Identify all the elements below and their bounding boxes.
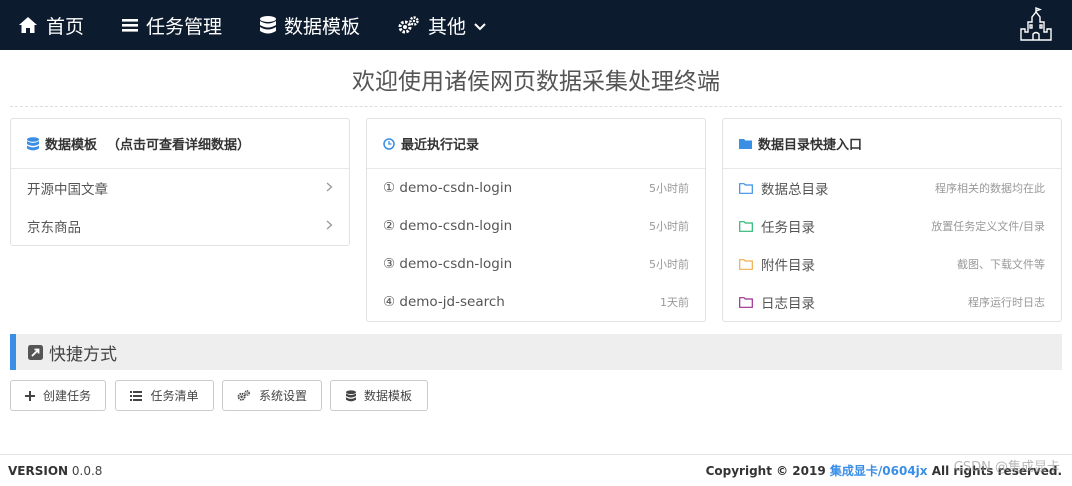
create-task-label: 创建任务 — [42, 389, 91, 403]
header-divider — [10, 106, 1062, 107]
chevron-right-icon — [326, 218, 333, 234]
nav-tasks[interactable]: 任务管理 — [122, 0, 222, 50]
nav-other-dropdown[interactable]: 其他 — [398, 0, 486, 50]
dir-item-label: 任务目录 — [761, 220, 815, 236]
recent-run-time: 5小时前 — [649, 258, 689, 271]
recent-runs-panel-title: 最近执行记录 — [401, 138, 480, 153]
template-item[interactable]: 开源中国文章 — [11, 169, 349, 207]
shortcuts-header: 快捷方式 — [10, 334, 1062, 370]
dir-item-label: 日志目录 — [761, 296, 815, 312]
recent-run-item[interactable]: ③ demo-csdn-login 5小时前 — [367, 245, 705, 283]
dir-item-desc: 程序运行时日志 — [968, 296, 1045, 309]
dir-item-attachments[interactable]: 附件目录 截图、下载文件等 — [723, 245, 1061, 283]
database-icon — [345, 389, 356, 402]
dir-item-label: 数据总目录 — [761, 182, 829, 198]
recent-runs-panel: 最近执行记录 ① demo-csdn-login 5小时前 ② demo-csd… — [366, 118, 706, 322]
nav-templates[interactable]: 数据模板 — [260, 0, 360, 50]
copyright-link[interactable]: 集成显卡/0604jx — [830, 464, 928, 478]
nav-home-label: 首页 — [46, 15, 85, 38]
chevron-right-icon — [326, 180, 333, 196]
recent-run-item[interactable]: ① demo-csdn-login 5小时前 — [367, 169, 705, 207]
dir-item-desc: 截图、下载文件等 — [957, 258, 1045, 271]
dir-item-label: 附件目录 — [761, 258, 815, 274]
folder-open-icon — [739, 296, 753, 308]
chevron-down-icon — [474, 14, 486, 36]
dir-item-desc: 程序相关的数据均在此 — [935, 182, 1045, 195]
system-settings-button[interactable]: 系统设置 — [222, 380, 322, 411]
templates-panel: 数据模板 （点击可查看详细数据） 开源中国文章 京东商品 — [10, 118, 350, 246]
recent-run-label: ③ demo-csdn-login — [383, 256, 513, 272]
task-list-label: 任务清单 — [150, 389, 199, 403]
recent-run-label: ② demo-csdn-login — [383, 218, 513, 234]
data-templates-button[interactable]: 数据模板 — [330, 380, 428, 411]
template-item-label: 京东商品 — [27, 220, 81, 236]
copyright-prefix: Copyright © 2019 — [705, 464, 826, 478]
recent-run-label: ① demo-csdn-login — [383, 180, 513, 196]
castle-logo-icon[interactable] — [1018, 6, 1054, 43]
database-icon — [27, 136, 39, 151]
templates-panel-subtitle: （点击可查看详细数据） — [107, 138, 251, 153]
dir-item-desc: 放置任务定义文件/目录 — [931, 220, 1045, 233]
data-dirs-panel-header: 数据目录快捷入口 — [723, 119, 1061, 169]
templates-panel-header: 数据模板 （点击可查看详细数据） — [11, 119, 349, 169]
data-templates-label: 数据模板 — [363, 389, 412, 403]
shortcuts-title: 快捷方式 — [49, 344, 117, 365]
folder-open-icon — [739, 220, 753, 232]
nav-templates-label: 数据模板 — [284, 15, 361, 38]
recent-run-label: ④ demo-jd-search — [383, 294, 505, 310]
nav-home[interactable]: 首页 — [18, 0, 84, 50]
list-icon — [130, 390, 143, 401]
dir-item-tasks[interactable]: 任务目录 放置任务定义文件/目录 — [723, 207, 1061, 245]
recent-runs-panel-header: 最近执行记录 — [367, 119, 705, 169]
recent-run-item[interactable]: ④ demo-jd-search 1天前 — [367, 283, 705, 321]
system-settings-label: 系统设置 — [258, 389, 307, 403]
dir-item-root[interactable]: 数据总目录 程序相关的数据均在此 — [723, 169, 1061, 207]
page-title: 欢迎使用诸侯网页数据采集处理终端 — [352, 69, 720, 95]
folder-icon — [739, 138, 752, 149]
folder-open-icon — [739, 258, 753, 270]
task-list-button[interactable]: 任务清单 — [115, 380, 214, 411]
version-label: VERSION — [8, 463, 69, 478]
watermark: CSDN @集成显卡 — [953, 460, 1060, 475]
template-item-label: 开源中国文章 — [27, 182, 108, 198]
template-item[interactable]: 京东商品 — [11, 207, 349, 245]
recent-run-time: 5小时前 — [649, 182, 689, 195]
cogs-icon — [398, 16, 420, 34]
data-dirs-panel-title: 数据目录快捷入口 — [758, 138, 863, 153]
version-number: 0.0.8 — [71, 463, 103, 478]
data-dirs-panel: 数据目录快捷入口 数据总目录 程序相关的数据均在此 任务目录 放置任务定义文件/… — [722, 118, 1062, 322]
database-icon — [260, 16, 277, 34]
templates-panel-title: 数据模板 — [45, 138, 98, 153]
home-icon — [18, 16, 38, 34]
folder-open-icon — [739, 182, 753, 194]
create-task-button[interactable]: 创建任务 — [10, 380, 106, 411]
clock-icon — [383, 137, 395, 150]
nav-tasks-label: 任务管理 — [146, 15, 223, 38]
recent-run-time: 5小时前 — [649, 220, 689, 233]
nav-other-label: 其他 — [428, 15, 467, 38]
external-link-icon — [28, 344, 43, 360]
top-navbar: 首页 任务管理 数据模板 其他 — [0, 0, 1072, 50]
recent-run-item[interactable]: ② demo-csdn-login 5小时前 — [367, 207, 705, 245]
version-info: VERSION 0.0.8 — [8, 464, 102, 478]
recent-run-time: 1天前 — [660, 296, 689, 309]
dir-item-logs[interactable]: 日志目录 程序运行时日志 — [723, 283, 1061, 321]
plus-icon — [24, 390, 35, 401]
footer: VERSION 0.0.8 Copyright © 2019 集成显卡/0604… — [0, 454, 1072, 486]
bars-icon — [122, 17, 139, 33]
cogs-icon — [237, 390, 251, 401]
